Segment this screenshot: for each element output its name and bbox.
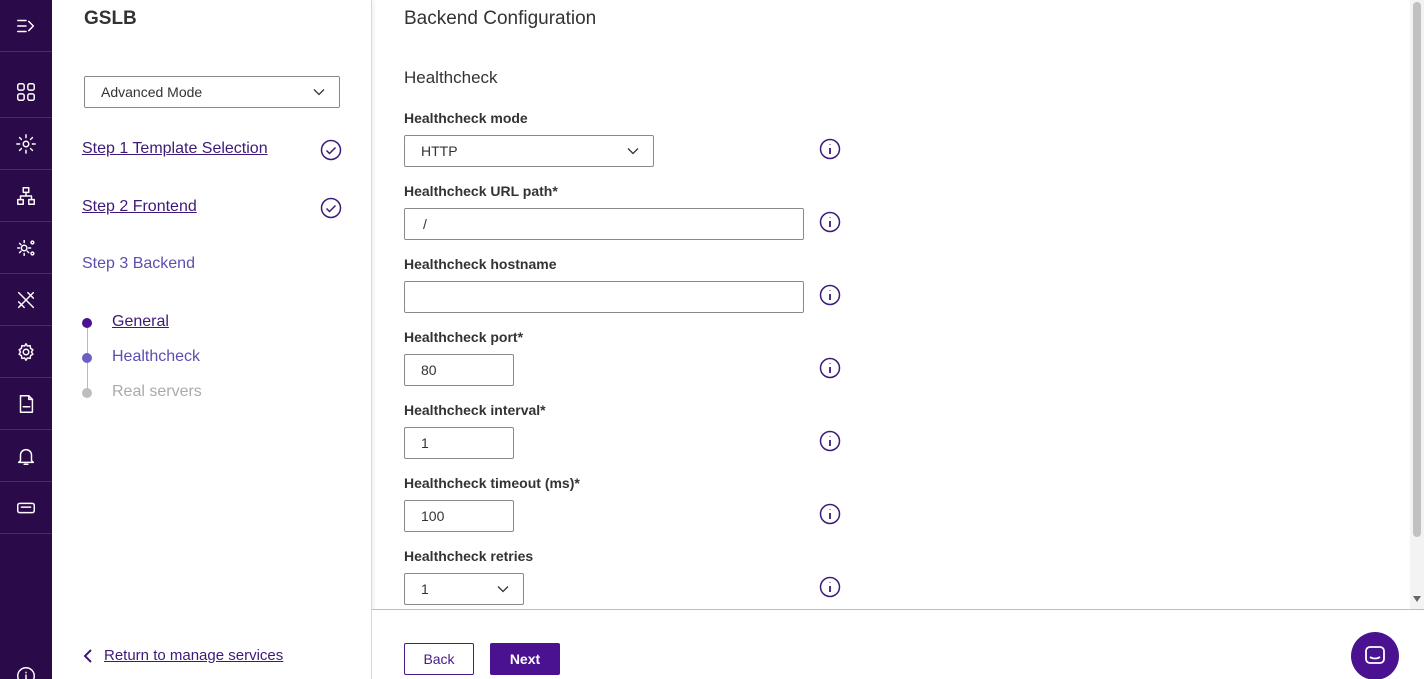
info-icon[interactable] (819, 430, 841, 452)
hostname-label: Healthcheck hostname (404, 256, 557, 272)
scroll-down-icon[interactable] (1413, 596, 1421, 602)
chevron-down-icon (627, 148, 639, 155)
substep-real-servers: Real servers (112, 383, 202, 400)
tickets-button[interactable] (0, 482, 52, 534)
info-icon[interactable] (819, 357, 841, 379)
healthcheck-mode-select[interactable]: HTTP (404, 135, 654, 167)
info-icon[interactable] (819, 211, 841, 233)
healthcheck-url-path-value: / (423, 216, 427, 232)
panel-title: GSLB (84, 8, 137, 29)
step-1-link[interactable]: Step 1 Template Selection (82, 140, 268, 158)
substep-dot-done (82, 318, 92, 328)
steps-panel: GSLB Advanced Mode Step 1 Template Selec… (52, 0, 372, 679)
logs-button[interactable] (0, 378, 52, 430)
healthcheck-retries-select[interactable]: 1 (404, 573, 524, 605)
tools-button[interactable] (0, 274, 52, 326)
next-button[interactable]: Next (490, 643, 560, 675)
substep-dot-current (82, 353, 92, 363)
page-title: Backend Configuration (404, 8, 597, 29)
network-icon (17, 186, 35, 205)
gear-icon (18, 342, 34, 361)
healthcheck-port-input[interactable]: 80 (404, 354, 514, 386)
icon-rail (0, 0, 52, 679)
substep-dot-pending (82, 388, 92, 398)
step-3-current: Step 3 Backend (82, 255, 195, 272)
services-icon (17, 239, 35, 256)
timeout-label: Healthcheck timeout (ms)* (404, 475, 580, 491)
main-content: Backend Configuration Healthcheck Health… (372, 0, 1424, 609)
dashboard-button[interactable] (0, 66, 52, 118)
mode-select[interactable]: Advanced Mode (84, 76, 340, 108)
return-link-label: Return to manage services (104, 647, 284, 664)
port-label: Healthcheck port* (404, 329, 524, 345)
healthcheck-timeout-value: 100 (421, 508, 445, 524)
url-path-label: Healthcheck URL path* (404, 183, 558, 199)
expand-icon (17, 19, 35, 32)
healthcheck-port-value: 80 (421, 362, 437, 378)
scrollbar[interactable] (1410, 0, 1424, 609)
gear-button[interactable] (0, 326, 52, 378)
info-button[interactable] (0, 650, 52, 679)
back-button[interactable]: Back (404, 643, 474, 675)
chat-button[interactable] (1351, 632, 1399, 679)
check-circle-icon (320, 197, 342, 219)
services-button[interactable] (0, 222, 52, 274)
substep-healthcheck: Healthcheck (112, 348, 201, 365)
settings-cog-icon (16, 133, 36, 154)
network-button[interactable] (0, 170, 52, 222)
footer-bar: Back Next (372, 609, 1424, 679)
info-icon[interactable] (819, 576, 841, 598)
chevron-left-icon (83, 648, 92, 663)
chevron-down-icon (313, 89, 325, 96)
dashboard-icon (17, 82, 35, 101)
settings-cog-button[interactable] (0, 118, 52, 170)
step-2-link[interactable]: Step 2 Frontend (82, 198, 197, 216)
info-icon[interactable] (819, 138, 841, 160)
scrollbar-thumb[interactable] (1413, 2, 1421, 537)
info-icon (17, 667, 35, 679)
log-file-icon (19, 394, 34, 413)
retries-label: Healthcheck retries (404, 548, 534, 564)
mode-label: Healthcheck mode (404, 110, 528, 126)
healthcheck-url-path-input[interactable]: / (404, 208, 804, 240)
ticket-icon (17, 502, 35, 513)
healthcheck-timeout-input[interactable]: 100 (404, 500, 514, 532)
section-title: Healthcheck (404, 68, 498, 87)
healthcheck-hostname-input[interactable] (404, 281, 804, 313)
healthcheck-interval-input[interactable]: 1 (404, 427, 514, 459)
return-link[interactable]: Return to manage services (82, 647, 283, 664)
chevron-down-icon (497, 586, 509, 593)
interval-label: Healthcheck interval* (404, 402, 546, 418)
healthcheck-interval-value: 1 (421, 435, 429, 451)
healthcheck-mode-value: HTTP (421, 143, 458, 159)
healthcheck-retries-value: 1 (421, 581, 429, 597)
bell-icon (17, 448, 35, 465)
notifications-button[interactable] (0, 430, 52, 482)
chat-icon (1365, 646, 1385, 664)
info-icon[interactable] (819, 284, 841, 306)
info-icon[interactable] (819, 503, 841, 525)
expand-menu-button[interactable] (0, 0, 52, 52)
check-circle-icon (320, 139, 342, 161)
substep-general-link[interactable]: General (112, 313, 169, 331)
tools-icon (17, 291, 35, 308)
mode-select-value: Advanced Mode (101, 84, 203, 100)
